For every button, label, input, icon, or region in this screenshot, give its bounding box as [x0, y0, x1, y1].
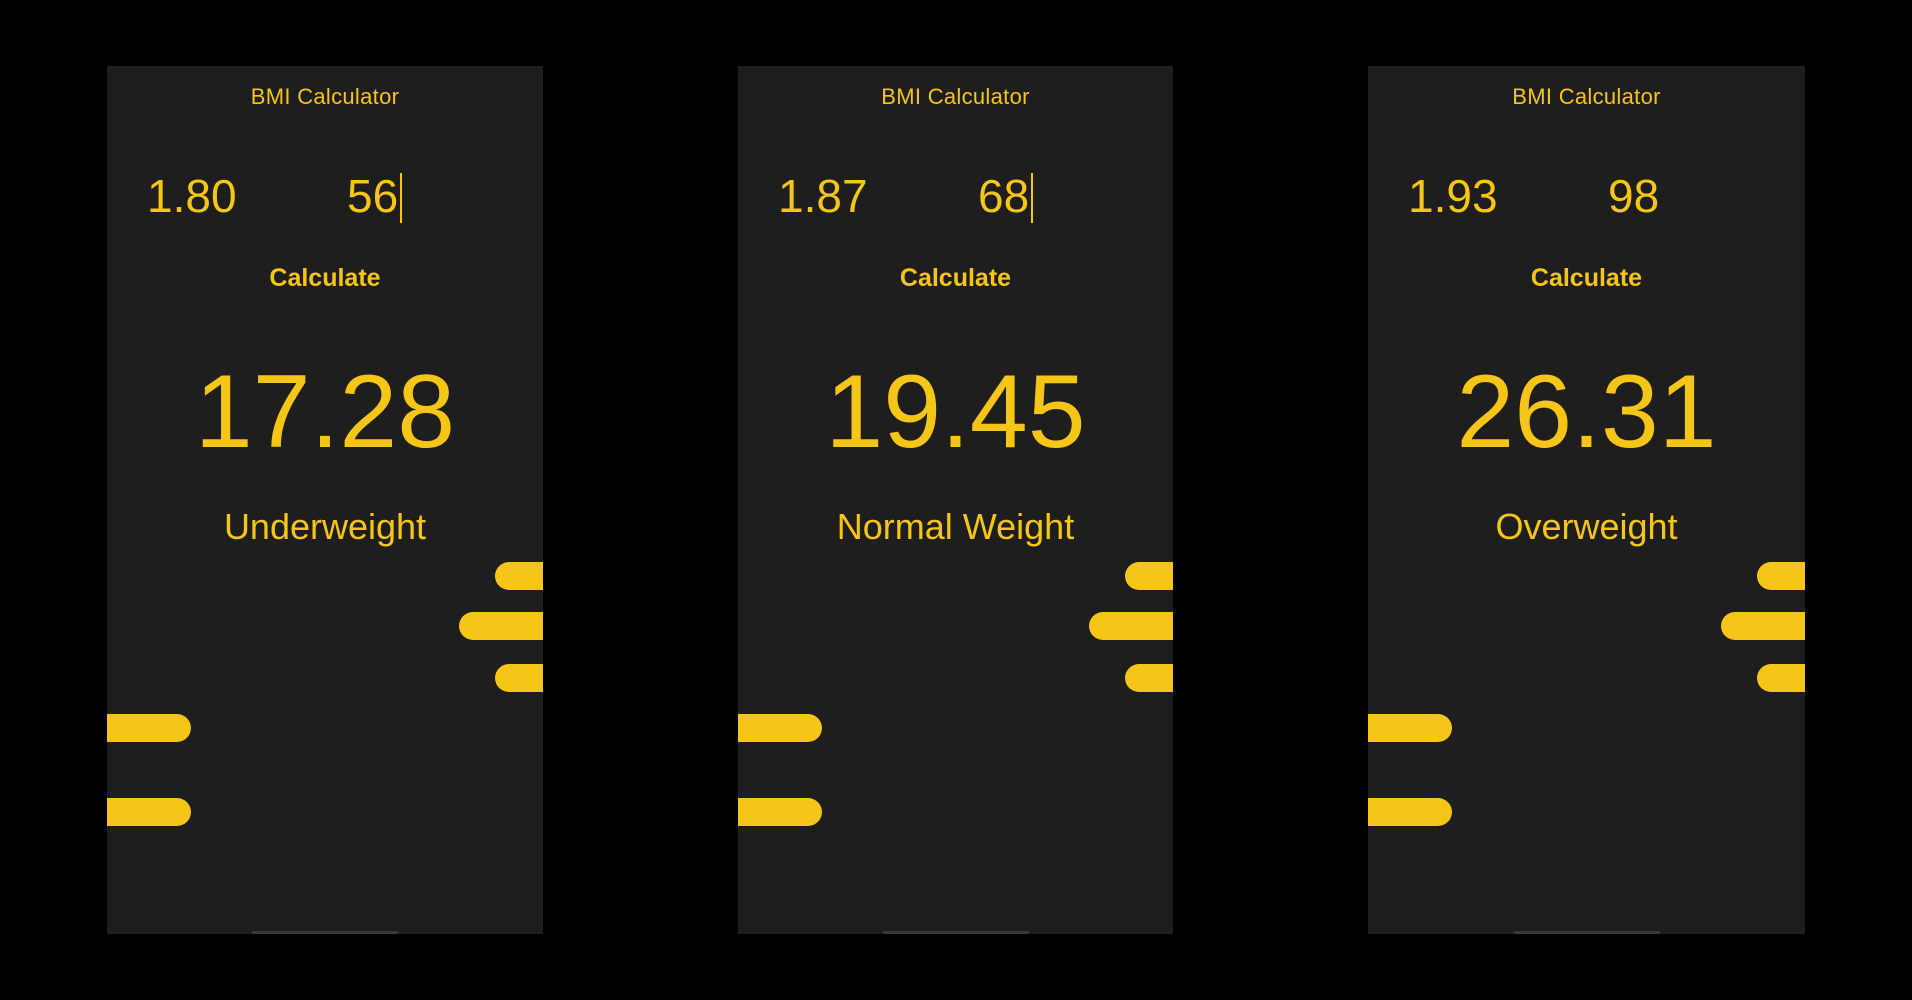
bmi-result: 17.28 [194, 354, 456, 470]
phone-screen-overweight: BMI Calculator 1.93 98 Calculate 26.31 O… [1368, 66, 1805, 934]
calculate-button[interactable]: Calculate [107, 264, 543, 293]
height-input[interactable]: 1.93 [1408, 166, 1498, 226]
height-input[interactable]: 1.87 [778, 166, 868, 226]
bmi-result: 19.45 [825, 354, 1086, 470]
bmi-category: Underweight [223, 506, 427, 547]
decor-pill-left-bottom [1368, 798, 1452, 826]
home-indicator[interactable] [1513, 931, 1660, 934]
bmi-category: Normal Weight [836, 506, 1075, 547]
phone-screen-normal-weight: BMI Calculator 1.87 68 Calculate 19.45 N… [738, 66, 1173, 934]
bmi-result: 26.31 [1456, 354, 1717, 470]
height-value: 1.80 [147, 170, 237, 222]
decor-pill-left-bottom [738, 798, 822, 826]
decor-pill-right-middle [1721, 612, 1805, 640]
weight-value: 56 [347, 170, 399, 222]
home-indicator[interactable] [882, 931, 1029, 934]
decor-pill-right-middle [459, 612, 543, 640]
decor-pill-right-top [1757, 562, 1805, 590]
height-value: 1.93 [1408, 170, 1498, 222]
decor-pill-left-top [107, 714, 191, 742]
weight-input[interactable]: 68 [978, 166, 1034, 226]
weight-input[interactable]: 56 [347, 166, 403, 226]
app-title: BMI Calculator [1512, 84, 1661, 109]
calculate-button[interactable]: Calculate [738, 264, 1173, 293]
decor-pill-left-top [1368, 714, 1452, 742]
decor-pill-left-top [738, 714, 822, 742]
phone-screen-underweight: BMI Calculator 1.80 56 Calculate 17.28 U… [107, 66, 543, 934]
decor-pill-right-top [1125, 562, 1173, 590]
showcase-canvas: BMI Calculator 1.80 56 Calculate 17.28 U… [0, 0, 1912, 1000]
weight-value: 68 [978, 170, 1030, 222]
decor-pill-right-bottom [1757, 664, 1805, 692]
height-value: 1.87 [778, 170, 868, 222]
weight-input[interactable]: 98 [1608, 166, 1659, 226]
decor-pill-right-bottom [495, 664, 543, 692]
text-cursor [1031, 172, 1034, 223]
decor-pill-right-top [495, 562, 543, 590]
calculate-button[interactable]: Calculate [1368, 264, 1805, 293]
decor-pill-right-bottom [1125, 664, 1173, 692]
height-input[interactable]: 1.80 [147, 166, 237, 226]
decor-pill-left-bottom [107, 798, 191, 826]
decor-pill-right-middle [1089, 612, 1173, 640]
bmi-category: Overweight [1495, 506, 1678, 547]
app-title: BMI Calculator [881, 84, 1030, 109]
weight-value: 98 [1608, 170, 1660, 222]
app-title: BMI Calculator [250, 84, 400, 109]
home-indicator[interactable] [252, 931, 398, 934]
text-cursor [400, 172, 403, 223]
